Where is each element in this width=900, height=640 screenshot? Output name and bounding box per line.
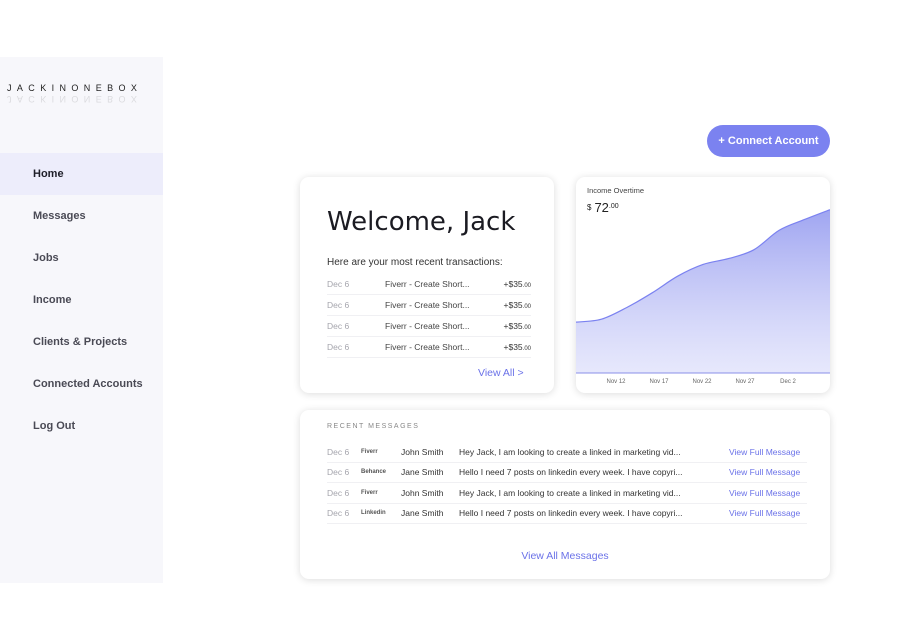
sidebar-item-label: Messages — [33, 210, 86, 222]
message-preview: Hey Jack, I am looking to create a linke… — [459, 487, 681, 498]
transaction-date: Dec 6 — [327, 321, 350, 331]
message-source: Fiverr — [361, 489, 378, 496]
transaction-amount: +$35.00 — [503, 321, 532, 331]
transaction-date: Dec 6 — [327, 279, 350, 289]
transaction-row: Dec 6 Fiverr - Create Short... +$35.00 — [327, 316, 531, 337]
transaction-amount: +$35.00 — [503, 279, 532, 289]
message-source: Linkedin — [361, 510, 386, 517]
transaction-description: Fiverr - Create Short... — [385, 321, 470, 331]
sidebar-item-connected-accounts[interactable]: Connected Accounts — [0, 363, 163, 405]
welcome-card: Welcome, Jack Here are your most recent … — [300, 177, 554, 393]
message-row: Dec 6 Behance Jane Smith Hello I need 7 … — [327, 463, 807, 483]
sidebar-item-label: Jobs — [33, 252, 59, 264]
income-label: Income Overtime — [587, 186, 645, 195]
income-card: Nov 12 Nov 17 Nov 22 Nov 27 Dec 2 Income Ove… — [576, 177, 830, 393]
sidebar-item-label: Connected Accounts — [33, 378, 143, 390]
message-sender: Jane Smith — [401, 467, 444, 478]
sidebar-item-income[interactable]: Income — [0, 279, 163, 321]
sidebar-item-label: Home — [33, 168, 64, 180]
view-full-message-link[interactable]: View Full Message — [729, 447, 800, 457]
sidebar-item-label: Clients & Projects — [33, 336, 128, 348]
x-axis-ticks: Nov 12 Nov 17 Nov 22 Nov 27 Dec 2 — [606, 379, 796, 385]
message-sender: Jane Smith — [401, 508, 444, 519]
message-source: Behance — [361, 469, 387, 476]
view-full-message-link[interactable]: View Full Message — [729, 488, 800, 498]
transaction-date: Dec 6 — [327, 300, 350, 310]
message-row: Dec 6 Fiverr John Smith Hey Jack, I am l… — [327, 442, 807, 463]
message-preview: Hello I need 7 posts on linkedin every w… — [459, 467, 683, 478]
message-date: Dec 6 — [327, 446, 350, 457]
income-total: $72.00 — [587, 200, 619, 215]
x-tick-label: Dec 2 — [780, 379, 796, 385]
view-all-transactions-link[interactable]: View All > — [478, 367, 524, 379]
income-area — [576, 209, 830, 373]
x-tick-label: Nov 22 — [692, 379, 712, 385]
message-list: Dec 6 Fiverr John Smith Hey Jack, I am l… — [327, 442, 807, 524]
sidebar: JACKINONEBOX JACKINONEBOX Home Messages … — [0, 57, 163, 583]
view-all-messages-link[interactable]: View All Messages — [300, 550, 830, 562]
view-full-message-link[interactable]: View Full Message — [729, 508, 800, 518]
transaction-row: Dec 6 Fiverr - Create Short... +$35.00 — [327, 295, 531, 316]
app-shell: JACKINONEBOX JACKINONEBOX Home Messages … — [0, 57, 900, 583]
transaction-amount: +$35.00 — [503, 342, 532, 352]
transaction-date: Dec 6 — [327, 342, 350, 352]
transaction-amount: +$35.00 — [503, 300, 532, 310]
brand-logo: JACKINONEBOX — [7, 83, 143, 93]
message-sender: John Smith — [401, 487, 444, 498]
transaction-description: Fiverr - Create Short... — [385, 300, 470, 310]
sidebar-item-label: Log Out — [33, 420, 76, 432]
connect-account-button[interactable]: + Connect Account — [707, 125, 830, 157]
message-sender: John Smith — [401, 446, 444, 457]
x-tick-label: Nov 17 — [649, 379, 669, 385]
sidebar-item-log-out[interactable]: Log Out — [0, 405, 163, 447]
sidebar-item-messages[interactable]: Messages — [0, 195, 163, 237]
welcome-title: Welcome, Jack — [327, 207, 516, 237]
message-preview: Hey Jack, I am looking to create a linke… — [459, 446, 681, 457]
transaction-row: Dec 6 Fiverr - Create Short... +$35.00 — [327, 337, 531, 358]
x-tick-label: Nov 12 — [606, 379, 626, 385]
message-row: Dec 6 Linkedin Jane Smith Hello I need 7… — [327, 504, 807, 524]
transaction-list: Dec 6 Fiverr - Create Short... +$35.00 D… — [327, 274, 531, 358]
transaction-description: Fiverr - Create Short... — [385, 342, 470, 352]
message-row: Dec 6 Fiverr John Smith Hey Jack, I am l… — [327, 483, 807, 504]
message-preview: Hello I need 7 posts on linkedin every w… — [459, 508, 683, 519]
recent-messages-header: RECENT MESSAGES — [327, 423, 420, 430]
sidebar-item-label: Income — [33, 294, 72, 306]
brand-logo-reflection: JACKINONEBOX — [7, 94, 143, 104]
message-date: Dec 6 — [327, 508, 350, 519]
transactions-subtitle: Here are your most recent transactions: — [327, 257, 503, 268]
message-source: Fiverr — [361, 448, 378, 455]
sidebar-item-clients-projects[interactable]: Clients & Projects — [0, 321, 163, 363]
message-date: Dec 6 — [327, 487, 350, 498]
x-tick-label: Nov 27 — [735, 379, 755, 385]
sidebar-item-jobs[interactable]: Jobs — [0, 237, 163, 279]
recent-messages-card: RECENT MESSAGES Dec 6 Fiverr John Smith … — [300, 410, 830, 579]
message-date: Dec 6 — [327, 467, 350, 478]
transaction-row: Dec 6 Fiverr - Create Short... +$35.00 — [327, 274, 531, 295]
view-full-message-link[interactable]: View Full Message — [729, 467, 800, 477]
transaction-description: Fiverr - Create Short... — [385, 279, 470, 289]
sidebar-item-home[interactable]: Home — [0, 153, 163, 195]
